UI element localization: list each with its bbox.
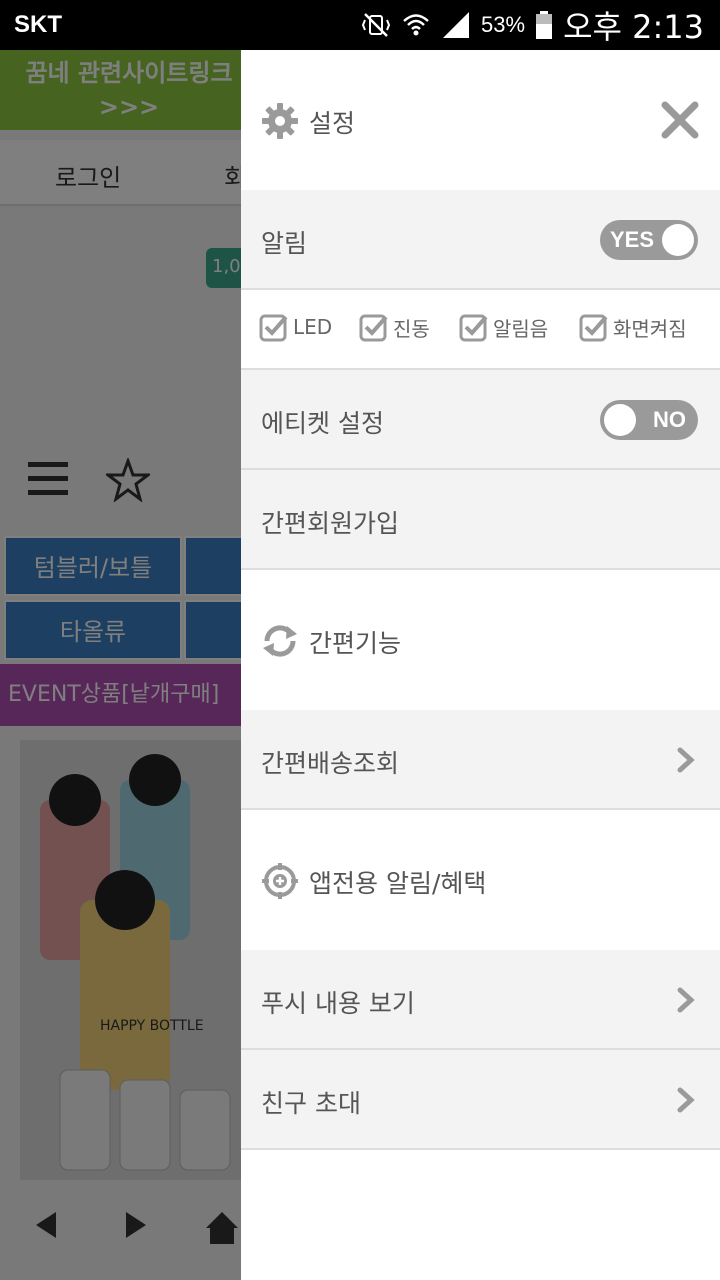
- chevron-right-icon: [677, 987, 695, 1013]
- checkbox-vibrate-label: 진동: [393, 316, 430, 341]
- battery-icon: [536, 11, 553, 39]
- alarm-label: 알림: [261, 229, 308, 258]
- checkbox-checked-icon: [259, 314, 288, 342]
- signup-label: 간편회원가입: [261, 509, 400, 538]
- checkbox-led[interactable]: LED: [259, 312, 332, 342]
- checkbox-checked-icon: [579, 314, 608, 342]
- checkbox-led-label: LED: [293, 315, 333, 339]
- app-alarm-label: 앱전용 알림/혜택: [309, 869, 487, 898]
- push-row[interactable]: 푸시 내용 보기: [241, 950, 720, 1050]
- checkbox-sound[interactable]: 알림음: [459, 312, 548, 342]
- etiquette-row: 에티켓 설정 NO: [241, 370, 720, 470]
- settings-title: 설정: [309, 109, 356, 138]
- battery-percent: 53%: [481, 12, 526, 37]
- signal-icon: [443, 12, 470, 38]
- settings-drawer: 설정 알림 YES LED 진동 알림음 화면켜짐 에티켓 설정 NO 간편회원…: [241, 50, 720, 1280]
- delivery-label: 간편배송조회: [261, 749, 400, 778]
- checkbox-screen-on[interactable]: 화면켜짐: [579, 312, 687, 342]
- checkbox-vibrate[interactable]: 진동: [359, 312, 430, 342]
- simple-function-label: 간편기능: [309, 629, 402, 658]
- target-plus-icon: [262, 863, 298, 899]
- alarm-options-row: LED 진동 알림음 화면켜짐: [241, 290, 720, 370]
- checkbox-screen-on-label: 화면켜짐: [613, 316, 687, 341]
- etiquette-label: 에티켓 설정: [261, 409, 384, 438]
- toggle-knob: [604, 404, 636, 436]
- simple-function-header: 간편기능: [241, 570, 720, 710]
- clock: 오후 2:13: [563, 8, 704, 46]
- vibrate-mute-icon: [361, 13, 391, 37]
- status-bar: SKT 53% 오후 2:13: [0, 0, 720, 50]
- etiquette-toggle[interactable]: NO: [600, 400, 698, 440]
- alarm-toggle[interactable]: YES: [600, 220, 698, 260]
- carrier-label: SKT: [14, 11, 62, 38]
- alarm-toggle-text: YES: [610, 227, 655, 252]
- close-icon[interactable]: [660, 100, 700, 140]
- toggle-knob: [662, 224, 694, 256]
- checkbox-sound-label: 알림음: [493, 316, 549, 341]
- chevron-right-icon: [677, 747, 695, 773]
- signup-row[interactable]: 간편회원가입: [241, 470, 720, 570]
- push-label: 푸시 내용 보기: [261, 989, 415, 1018]
- etiquette-toggle-text: NO: [653, 407, 686, 432]
- wifi-icon: [403, 14, 429, 36]
- status-icons: 53% 오후 2:13: [361, 6, 704, 46]
- refresh-icon: [263, 625, 297, 657]
- app-alarm-header: 앱전용 알림/혜택: [241, 810, 720, 950]
- invite-row[interactable]: 친구 초대: [241, 1050, 720, 1150]
- delivery-row[interactable]: 간편배송조회: [241, 710, 720, 810]
- checkbox-checked-icon: [359, 314, 388, 342]
- alarm-row: 알림 YES: [241, 190, 720, 290]
- gear-icon: [262, 103, 298, 139]
- drawer-header: 설정: [241, 50, 720, 190]
- invite-label: 친구 초대: [261, 1089, 361, 1118]
- checkbox-checked-icon: [459, 314, 488, 342]
- chevron-right-icon: [677, 1087, 695, 1113]
